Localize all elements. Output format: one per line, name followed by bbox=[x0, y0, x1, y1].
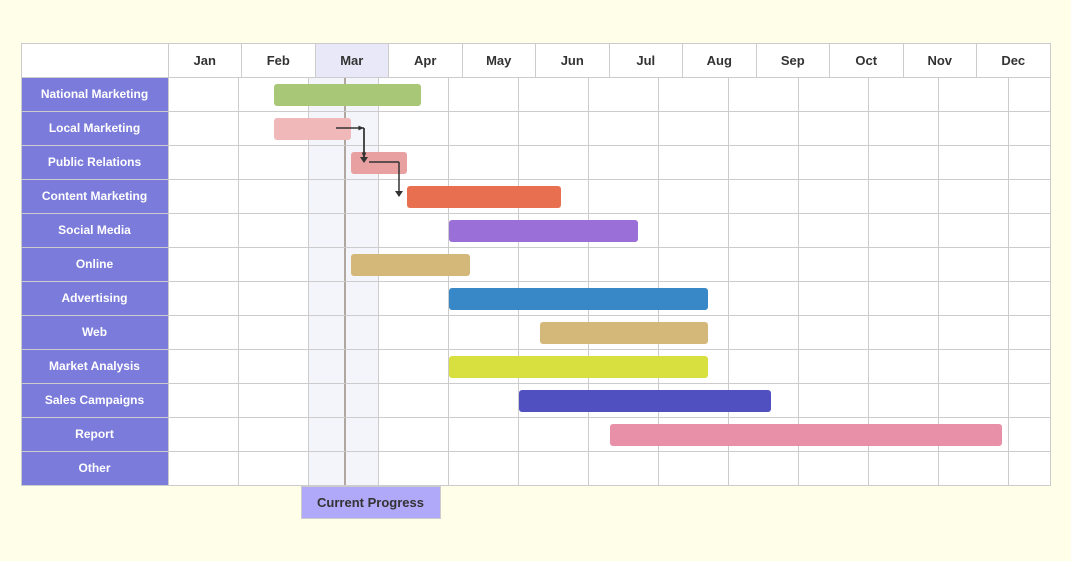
gantt-row-5 bbox=[168, 247, 1050, 281]
progress-line bbox=[344, 282, 346, 315]
row-label-advertising: Advertising bbox=[21, 281, 168, 315]
footer-month-oct bbox=[861, 486, 931, 519]
gantt-bar-8-0 bbox=[449, 356, 708, 378]
progress-line bbox=[344, 384, 346, 417]
month-header-jun: Jun bbox=[536, 43, 610, 77]
row-label-report: Report bbox=[21, 417, 168, 451]
month-header-dec: Dec bbox=[977, 43, 1051, 77]
gantt-bar-4-0 bbox=[449, 220, 638, 242]
footer-month-sep bbox=[791, 486, 861, 519]
gantt-bar-1-0 bbox=[274, 118, 351, 140]
table-row: Report bbox=[21, 417, 1050, 451]
footer-month-nov bbox=[931, 486, 1001, 519]
footer-month-dec bbox=[1001, 486, 1071, 519]
table-row: Advertising bbox=[21, 281, 1050, 315]
gantt-bar-0-0 bbox=[274, 84, 421, 106]
month-header-jul: Jul bbox=[609, 43, 683, 77]
gantt-bar-2-0 bbox=[351, 152, 407, 174]
month-header-sep: Sep bbox=[756, 43, 830, 77]
table-row: National Marketing bbox=[21, 77, 1050, 111]
gantt-row-3 bbox=[168, 179, 1050, 213]
month-header-mar: Mar bbox=[315, 43, 389, 77]
gantt-row-7 bbox=[168, 315, 1050, 349]
table-row: Content Marketing bbox=[21, 179, 1050, 213]
row-label-sales-campaigns: Sales Campaigns bbox=[21, 383, 168, 417]
gantt-row-11 bbox=[168, 451, 1050, 485]
month-header-nov: Nov bbox=[903, 43, 977, 77]
row-label-market-analysis: Market Analysis bbox=[21, 349, 168, 383]
progress-line bbox=[344, 214, 346, 247]
label-header bbox=[21, 43, 168, 77]
table-row: Social Media bbox=[21, 213, 1050, 247]
gantt-row-2 bbox=[168, 145, 1050, 179]
progress-line bbox=[344, 452, 346, 485]
progress-line bbox=[344, 146, 346, 179]
row-label-social-media: Social Media bbox=[21, 213, 168, 247]
gantt-bar-7-0 bbox=[540, 322, 708, 344]
gantt-chart-container: JanFebMarAprMayJunJulAugSepOctNovDec Nat… bbox=[11, 23, 1061, 539]
gantt-table: JanFebMarAprMayJunJulAugSepOctNovDec Nat… bbox=[21, 43, 1051, 486]
footer-month-aug bbox=[721, 486, 791, 519]
gantt-row-6 bbox=[168, 281, 1050, 315]
progress-line bbox=[344, 248, 346, 281]
footer-month-jan bbox=[161, 486, 231, 519]
month-header-may: May bbox=[462, 43, 536, 77]
table-row: Web bbox=[21, 315, 1050, 349]
row-label-national-marketing: National Marketing bbox=[21, 77, 168, 111]
footer-month-feb bbox=[231, 486, 301, 519]
row-label-local-marketing: Local Marketing bbox=[21, 111, 168, 145]
footer-month-may bbox=[511, 486, 581, 519]
footer-month-jul bbox=[651, 486, 721, 519]
table-row: Sales Campaigns bbox=[21, 383, 1050, 417]
gantt-row-10 bbox=[168, 417, 1050, 451]
month-header-feb: Feb bbox=[242, 43, 316, 77]
gantt-bar-5-0 bbox=[351, 254, 470, 276]
progress-line bbox=[344, 180, 346, 213]
gantt-bar-6-0 bbox=[449, 288, 708, 310]
table-row: Local Marketing bbox=[21, 111, 1050, 145]
gantt-bar-10-0 bbox=[610, 424, 1002, 446]
progress-line bbox=[344, 418, 346, 451]
month-header-jan: Jan bbox=[168, 43, 242, 77]
row-label-online: Online bbox=[21, 247, 168, 281]
footer-month-apr bbox=[441, 486, 511, 519]
gantt-row-0 bbox=[168, 77, 1050, 111]
row-label-content-marketing: Content Marketing bbox=[21, 179, 168, 213]
row-label-web: Web bbox=[21, 315, 168, 349]
month-header-aug: Aug bbox=[683, 43, 757, 77]
gantt-row-9 bbox=[168, 383, 1050, 417]
table-row: Market Analysis bbox=[21, 349, 1050, 383]
table-row: Public Relations bbox=[21, 145, 1050, 179]
gantt-bar-3-0 bbox=[407, 186, 561, 208]
footer-month-mar: Current Progress bbox=[301, 486, 441, 519]
gantt-row-8 bbox=[168, 349, 1050, 383]
progress-line bbox=[344, 316, 346, 349]
gantt-row-4 bbox=[168, 213, 1050, 247]
table-row: Online bbox=[21, 247, 1050, 281]
row-label-other: Other bbox=[21, 451, 168, 485]
row-label-public-relations: Public Relations bbox=[21, 145, 168, 179]
gantt-row-1 bbox=[168, 111, 1050, 145]
gantt-bar-9-0 bbox=[519, 390, 771, 412]
progress-line bbox=[344, 350, 346, 383]
month-header-apr: Apr bbox=[389, 43, 463, 77]
footer-month-jun bbox=[581, 486, 651, 519]
month-header-oct: Oct bbox=[830, 43, 904, 77]
table-row: Other bbox=[21, 451, 1050, 485]
